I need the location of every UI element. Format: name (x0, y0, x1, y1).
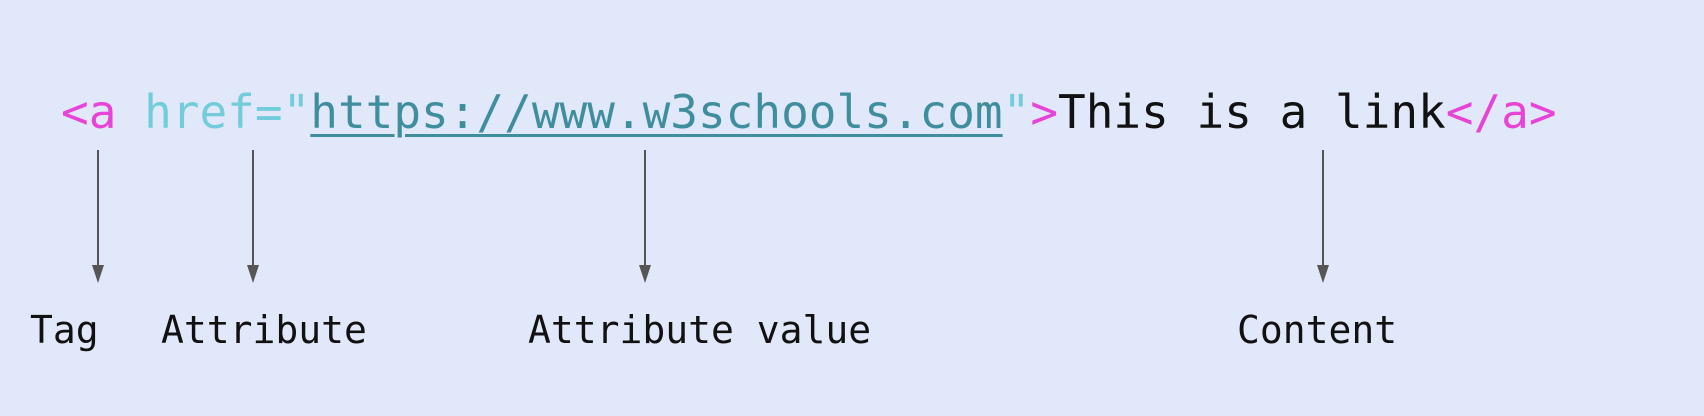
attribute-value-label: Attribute value (528, 308, 872, 352)
content-arrow (1317, 150, 1329, 283)
tag-arrow (92, 150, 104, 283)
tag-label: Tag (30, 308, 99, 352)
attribute-label: Attribute (161, 308, 367, 352)
attribute-arrow (247, 150, 259, 283)
attribute-value-arrow (639, 150, 651, 283)
content-label: Content (1237, 308, 1398, 352)
